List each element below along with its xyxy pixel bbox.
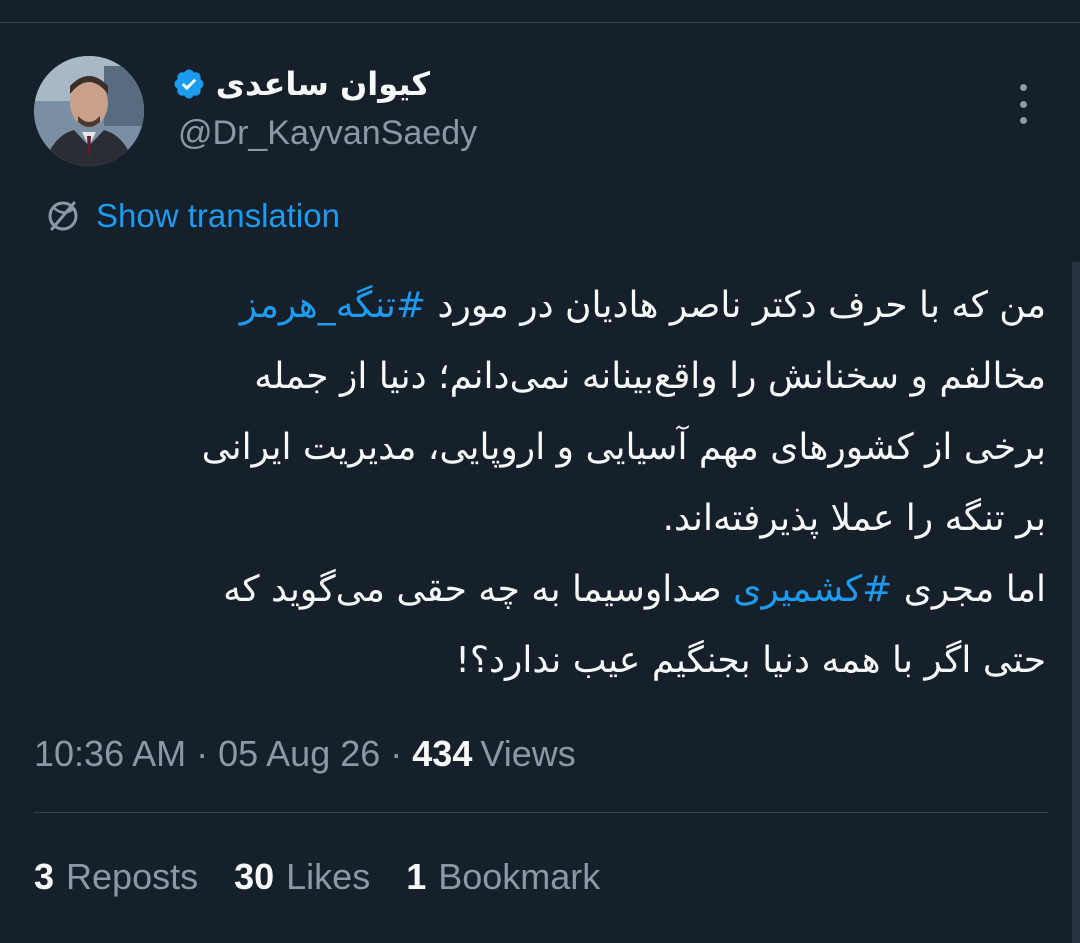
tweet-line: اما مجری #کشمیری صداوسیما به چه حقی می‌گ… [36, 554, 1046, 625]
hashtag-link[interactable]: #کشمیری [733, 569, 892, 610]
verified-badge-icon [172, 67, 206, 101]
bookmarks-count: 1 [406, 856, 427, 897]
author-name-row[interactable]: کیوان ساعدی [172, 62, 430, 106]
top-divider [0, 22, 1080, 23]
avatar-photo [34, 56, 144, 166]
reposts-count: 3 [34, 856, 55, 897]
stats-divider [34, 812, 1048, 813]
more-dot [1019, 84, 1027, 91]
show-translation-label[interactable]: Show translation [96, 197, 340, 235]
tweet-text: من که با حرف دکتر ناصر هادیان در مورد #ت… [36, 270, 1046, 696]
views-label: Views [480, 733, 576, 774]
tweet-meta: 10:36 AM · 05 Aug 26 · 434 Views [34, 730, 576, 778]
bookmarks-stat[interactable]: 1 Bookmark [406, 856, 600, 898]
meta-separator: · [390, 733, 403, 774]
more-vertical-icon[interactable] [1008, 84, 1038, 124]
more-dot [1019, 117, 1027, 124]
tweet-detail-view: کیوان ساعدی @Dr_KayvanSaedy Show transla… [0, 0, 1080, 943]
author-display-name[interactable]: کیوان ساعدی [216, 65, 430, 103]
scroll-rail [1072, 262, 1080, 943]
tweet-line: حتی اگر با همه دنیا بجنگیم عیب ندارد؟! [455, 640, 1046, 681]
tweet-text-segment: من که با حرف دکتر ناصر هادیان در مورد [426, 285, 1046, 326]
engagement-stats: 3 Reposts 30 Likes 1 Bookmark [34, 852, 636, 902]
bookmarks-label: Bookmark [438, 856, 601, 897]
tweet-time[interactable]: 10:36 AM [34, 733, 186, 775]
globe-icon [44, 197, 82, 235]
tweet-text-segment: اما مجری [892, 569, 1046, 610]
tweet-date[interactable]: 05 Aug 26 [218, 733, 380, 775]
tweet-line: بر تنگه را عملا پذیرفته‌اند. [662, 498, 1046, 539]
author-handle[interactable]: @Dr_KayvanSaedy [178, 114, 477, 153]
tweet-line: مخالفم و سخنانش را واقع‌بینانه نمی‌دانم؛… [254, 356, 1046, 397]
tweet-line: من که با حرف دکتر ناصر هادیان در مورد #ت… [36, 270, 1046, 341]
reposts-label: Reposts [66, 856, 199, 897]
likes-label: Likes [286, 856, 371, 897]
reposts-stat[interactable]: 3 Reposts [34, 856, 198, 898]
hashtag-link[interactable]: #تنگه_هرمز [240, 285, 426, 326]
tweet-text-segment: صداوسیما به چه حقی می‌گوید که [223, 569, 734, 610]
show-translation-button[interactable]: Show translation [44, 194, 340, 238]
meta-separator: · [196, 733, 209, 774]
likes-stat[interactable]: 30 Likes [234, 856, 370, 898]
more-dot [1019, 100, 1027, 108]
views-count: 434 [412, 733, 473, 774]
tweet-line: برخی از کشورهای مهم آسیایی و اروپایی، مد… [201, 427, 1046, 468]
avatar[interactable] [34, 56, 144, 166]
likes-count: 30 [234, 856, 275, 897]
